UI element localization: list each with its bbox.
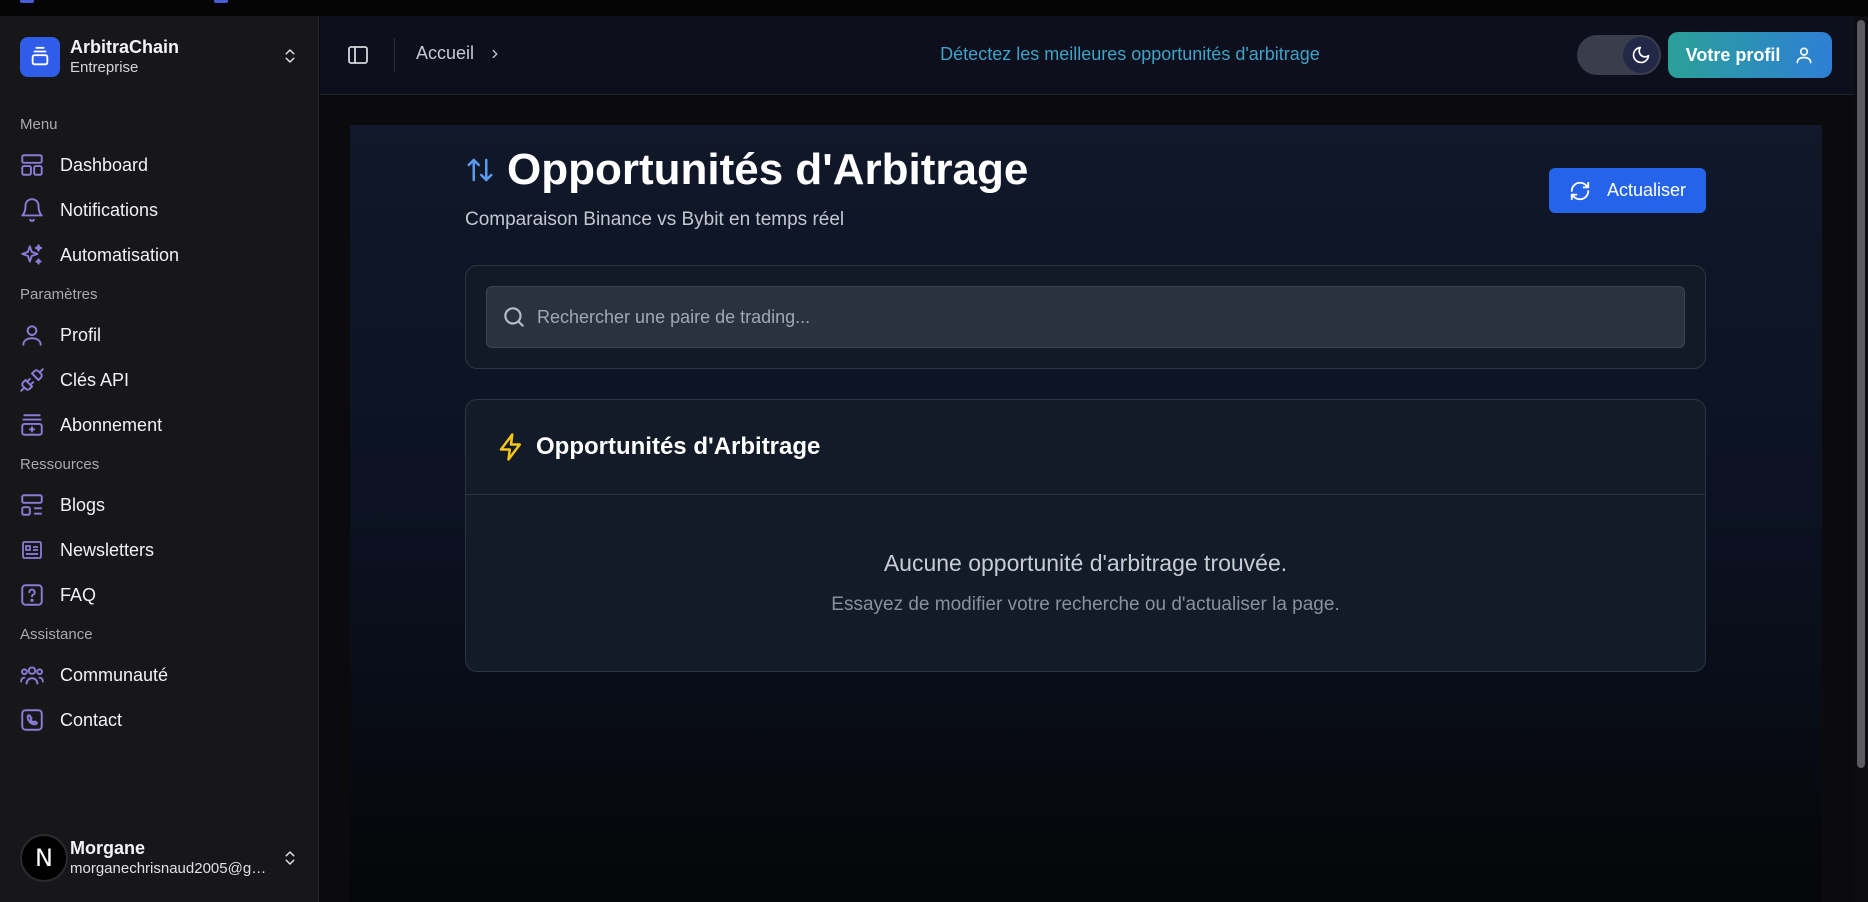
sidebar-item-profil[interactable]: Profil bbox=[18, 315, 300, 355]
sidebar-item-cles-api[interactable]: Clés API bbox=[18, 360, 300, 400]
newspaper-icon bbox=[18, 536, 46, 564]
arrow-up-down-icon bbox=[467, 158, 493, 182]
sidebar-item-label: Contact bbox=[60, 709, 123, 730]
sidebar-item-contact[interactable]: Contact bbox=[18, 700, 300, 740]
sidebar-item-label: Dashboard bbox=[60, 154, 149, 175]
sidebar-item-notifications[interactable]: Notifications bbox=[18, 190, 300, 230]
layout-dashboard-icon bbox=[18, 151, 46, 179]
search-input[interactable] bbox=[537, 297, 1637, 337]
help-square-icon bbox=[18, 581, 46, 609]
page-title: Opportunités d'Arbitrage bbox=[507, 145, 1029, 194]
users-icon bbox=[18, 661, 46, 689]
user-name: Morgane bbox=[70, 838, 146, 858]
sidebar-item-label: Blogs bbox=[60, 494, 106, 515]
theme-toggle[interactable] bbox=[1577, 35, 1661, 75]
profile-button[interactable]: Votre profil bbox=[1668, 32, 1832, 78]
zap-icon bbox=[499, 433, 521, 461]
sidebar-item-label: Communauté bbox=[60, 664, 169, 685]
user-icon bbox=[1796, 47, 1812, 64]
breadcrumb-home-link[interactable]: Accueil bbox=[416, 43, 474, 64]
chevrons-up-down-icon bbox=[281, 46, 299, 71]
sidebar-item-dashboard[interactable]: Dashboard bbox=[18, 145, 300, 185]
sidebar-item-automatisation[interactable]: Automatisation bbox=[18, 235, 300, 275]
plug-icon bbox=[18, 366, 46, 394]
page-subtitle: Comparaison Binance vs Bybit en temps ré… bbox=[465, 209, 845, 230]
empty-state-subtitle: Essayez de modifier votre recherche ou d… bbox=[831, 594, 1340, 615]
profile-button-label: Votre profil bbox=[1685, 44, 1781, 65]
refresh-button-label: Actualiser bbox=[1606, 180, 1687, 200]
sidebar-item-abonnement[interactable]: Abonnement bbox=[18, 405, 300, 445]
section-label-ressources: Ressources bbox=[20, 456, 100, 473]
sidebar-item-faq[interactable]: FAQ bbox=[18, 575, 300, 615]
user-email: morganechrisnaud2005@gmail.com bbox=[70, 860, 270, 877]
opportunities-card: Opportunités d'Arbitrage Aucune opportun… bbox=[465, 399, 1706, 672]
section-label-parametres: Paramètres bbox=[20, 286, 98, 303]
header-divider bbox=[394, 38, 395, 72]
tab-indicator bbox=[20, 0, 34, 3]
chevrons-up-down-icon bbox=[281, 848, 299, 873]
moon-icon bbox=[1623, 37, 1659, 73]
tab-indicator bbox=[214, 0, 228, 3]
empty-state-title: Aucune opportunité d'arbitrage trouvée. bbox=[883, 550, 1288, 576]
sidebar-item-newsletters[interactable]: Newsletters bbox=[18, 530, 300, 570]
section-label-assistance: Assistance bbox=[20, 626, 93, 643]
team-switcher[interactable]: ArbitraChain Entreprise bbox=[20, 34, 299, 80]
search-box[interactable] bbox=[486, 286, 1685, 348]
phone-icon bbox=[18, 706, 46, 734]
scrollbar-thumb[interactable] bbox=[1857, 20, 1865, 768]
section-label-menu: Menu bbox=[20, 116, 58, 133]
sidebar-item-communaute[interactable]: Communauté bbox=[18, 655, 300, 695]
sidebar-item-label: Automatisation bbox=[60, 244, 180, 265]
refresh-button[interactable]: Actualiser bbox=[1549, 168, 1706, 213]
header-tagline: Détectez les meilleures opportunités d'a… bbox=[940, 44, 1320, 64]
card-title: Opportunités d'Arbitrage bbox=[536, 433, 821, 460]
sidebar-item-label: Clés API bbox=[60, 369, 130, 390]
top-header: Accueil Détectez les meilleures opportun… bbox=[320, 16, 1854, 95]
sidebar-item-label: Newsletters bbox=[60, 539, 155, 560]
brand-plan: Entreprise bbox=[70, 59, 139, 76]
avatar: N bbox=[20, 834, 68, 882]
layout-list-icon bbox=[18, 491, 46, 519]
chevron-right-icon bbox=[492, 49, 498, 58]
breadcrumb: Accueil bbox=[416, 43, 502, 64]
search-card bbox=[465, 265, 1706, 369]
sidebar-item-label: Notifications bbox=[60, 199, 159, 220]
sparkles-icon bbox=[18, 241, 46, 269]
sidebar-item-label: FAQ bbox=[60, 584, 97, 605]
user-menu[interactable]: N Morgane morganechrisnaud2005@gmail.com bbox=[20, 828, 299, 888]
browser-top-strip bbox=[0, 0, 1868, 16]
brand-name: ArbitraChain bbox=[70, 37, 180, 57]
search-icon bbox=[504, 307, 524, 327]
sidebar: ArbitraChain Entreprise Menu Dashboard N… bbox=[0, 16, 319, 902]
user-icon bbox=[18, 321, 46, 349]
sidebar-toggle-icon[interactable] bbox=[346, 43, 370, 67]
sidebar-item-label: Abonnement bbox=[60, 414, 163, 435]
avatar-letter: N bbox=[35, 844, 53, 872]
sidebar-item-label: Profil bbox=[60, 324, 102, 345]
main-content: Opportunités d'Arbitrage Comparaison Bin… bbox=[350, 125, 1822, 902]
bell-icon bbox=[18, 196, 46, 224]
sidebar-item-blogs[interactable]: Blogs bbox=[18, 485, 300, 525]
refresh-icon bbox=[1570, 181, 1590, 200]
wallet-icon bbox=[18, 411, 46, 439]
card-header: Opportunités d'Arbitrage bbox=[466, 400, 1705, 495]
brand-logo-icon bbox=[20, 37, 60, 77]
